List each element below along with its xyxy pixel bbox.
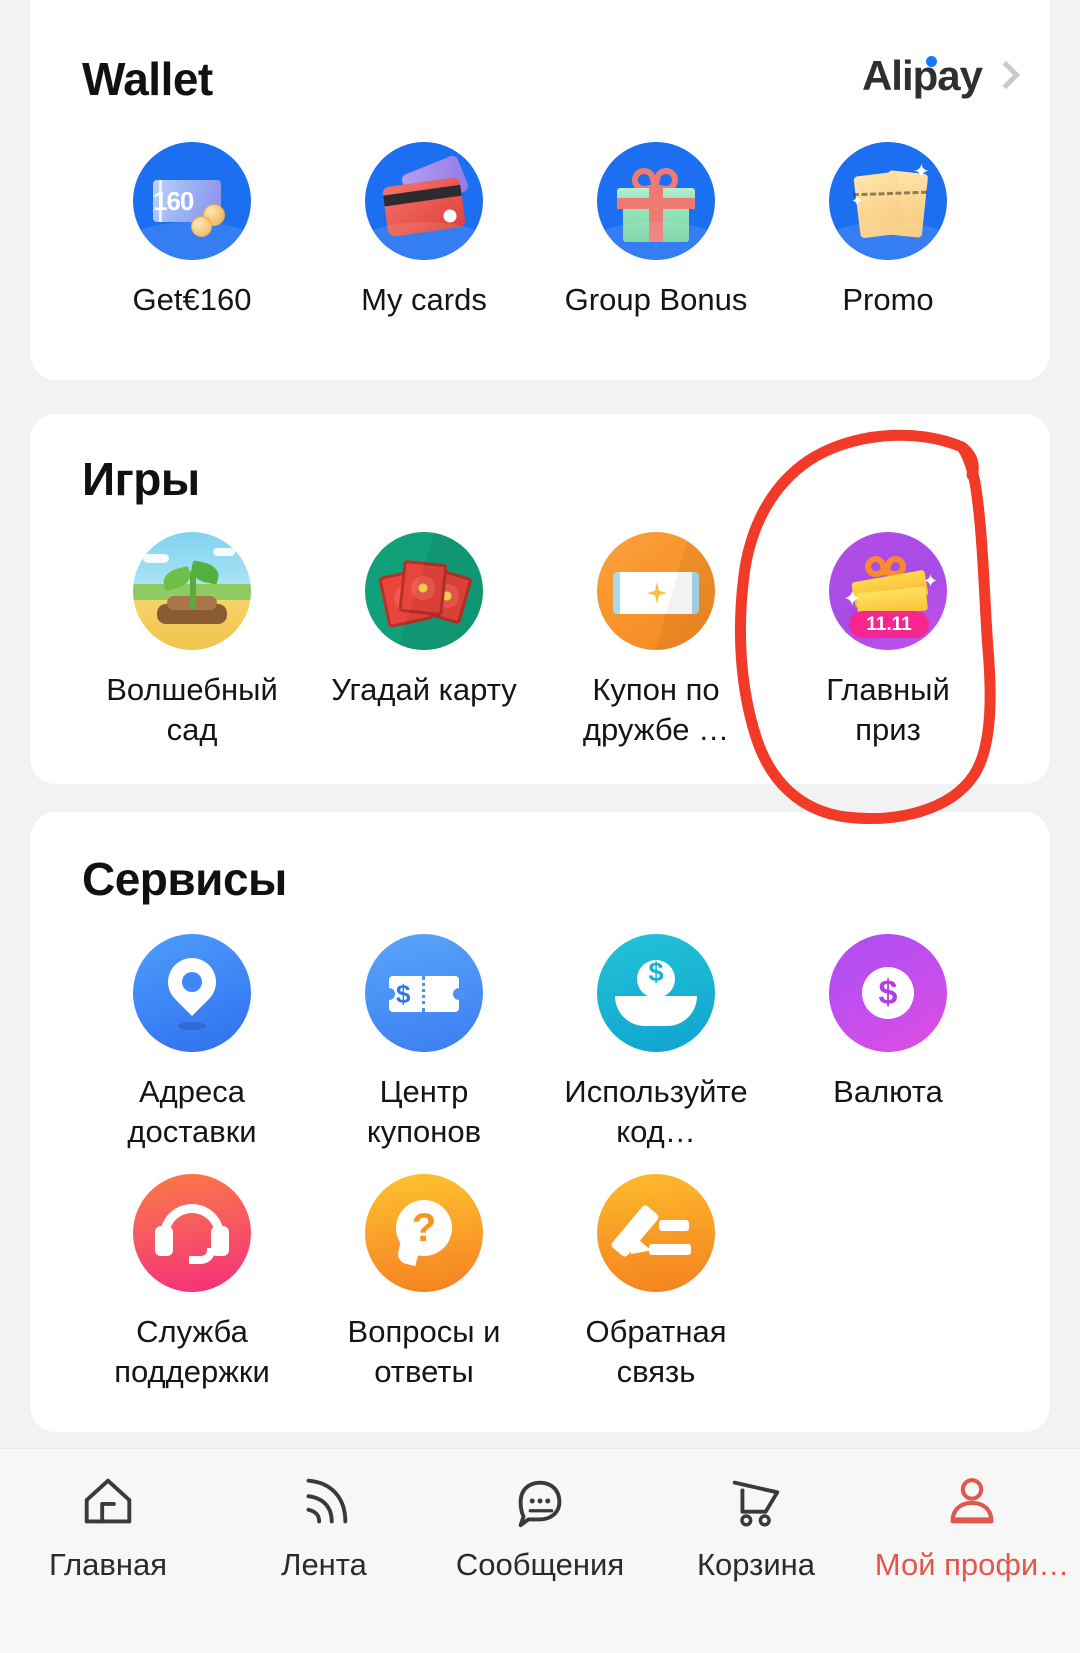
message-bubble-icon [518, 1480, 562, 1528]
gift-box-icon [597, 142, 715, 260]
nav-item-label: Лента [281, 1547, 367, 1582]
game-item-label: Угадай карту [331, 672, 517, 707]
wallet-item-my-cards[interactable]: My cards [308, 142, 540, 320]
bottom-navigation-bar: Главная Лента Сообщения Корзина Мой проф… [0, 1448, 1080, 1653]
game-item-label: Волшебный сад [106, 672, 278, 747]
service-item-currency[interactable]: $ Валюта [772, 934, 1004, 1152]
feed-rss-icon [306, 1478, 348, 1524]
service-item-label: Вопросы и ответы [347, 1314, 501, 1389]
prize-date-badge: 11.11 [849, 611, 929, 638]
headset-support-icon [133, 1174, 251, 1292]
hand-coin-icon [597, 934, 715, 1052]
sprout-garden-icon [133, 532, 251, 650]
service-item-support[interactable]: Служба поддержки [76, 1174, 308, 1392]
wallet-item-label: Group Bonus [564, 282, 748, 317]
service-item-empty-slot [772, 1174, 1004, 1392]
red-envelope-cards-icon [365, 532, 483, 650]
coupon-note-icon [597, 532, 715, 650]
service-item-feedback[interactable]: Обратная связь [540, 1174, 772, 1392]
alipay-link[interactable]: Alipay [861, 52, 1021, 100]
alipay-logo: Alipay [861, 52, 983, 100]
wallet-item-group-bonus[interactable]: Group Bonus [540, 142, 772, 320]
services-title: Сервисы [82, 853, 287, 905]
coupon-symbol: $ [396, 979, 411, 1009]
service-item-delivery-addresses[interactable]: Адреса доставки [76, 934, 308, 1152]
grand-prize-gift-icon: ✦ ✦ 11.11 [829, 532, 947, 650]
nav-item-messages[interactable]: Сообщения [432, 1471, 648, 1583]
services-card: Сервисы Адреса доставки $ Центр купонов … [30, 812, 1050, 1432]
wallet-item-get160[interactable]: 160 Get€160 [76, 142, 308, 320]
wallet-item-label: My cards [361, 282, 487, 317]
service-item-label: Используйте код… [564, 1074, 748, 1149]
service-item-use-code[interactable]: Используйте код… [540, 934, 772, 1152]
service-item-label: Центр купонов [366, 1074, 482, 1149]
voucher-amount: 160 [153, 186, 194, 216]
game-item-guess-card[interactable]: Угадай карту [308, 532, 540, 750]
service-item-label: Валюта [833, 1074, 943, 1109]
coupon-ticket-icon: $ [365, 934, 483, 1052]
nav-item-label: Сообщения [455, 1547, 625, 1582]
person-icon [950, 1478, 994, 1524]
credit-cards-icon [365, 142, 483, 260]
nav-item-label: Корзина [696, 1547, 816, 1582]
alipay-dot-icon [925, 56, 937, 67]
wallet-card: Wallet Alipay 160 Get€160 My cards Group… [30, 0, 1050, 380]
service-item-label: Служба поддержки [114, 1314, 270, 1389]
services-grid-row2: Служба поддержки ? Вопросы и ответы Обра… [30, 1174, 1050, 1392]
service-item-label: Обратная связь [585, 1314, 727, 1389]
game-item-label: Главный приз [826, 672, 950, 747]
map-pin-icon [133, 934, 251, 1052]
nav-item-label: Главная [49, 1547, 167, 1582]
voucher-coins-icon: 160 [133, 142, 251, 260]
service-item-coupon-center[interactable]: $ Центр купонов [308, 934, 540, 1152]
home-icon [84, 1478, 132, 1524]
game-item-grand-prize[interactable]: ✦ ✦ 11.11 Главный приз [772, 532, 1004, 750]
games-grid: Волшебный сад Угадай карту Купон по друж… [30, 532, 1050, 750]
nav-item-cart[interactable]: Корзина [648, 1471, 864, 1583]
wallet-grid: 160 Get€160 My cards Group Bonus ✦ ✦ Pro… [30, 142, 1050, 320]
nav-item-feed[interactable]: Лента [216, 1471, 432, 1583]
nav-item-home[interactable]: Главная [0, 1471, 216, 1583]
game-item-friend-coupon[interactable]: Купон по дружбе … [540, 532, 772, 750]
promo-tickets-icon: ✦ ✦ [829, 142, 947, 260]
game-item-magic-garden[interactable]: Волшебный сад [76, 532, 308, 750]
feedback-pen-icon [597, 1174, 715, 1292]
nav-item-label: Мой профи… [874, 1547, 1070, 1582]
cart-icon [732, 1480, 780, 1527]
services-grid-row1: Адреса доставки $ Центр купонов Использу… [30, 934, 1050, 1152]
service-item-faq[interactable]: ? Вопросы и ответы [308, 1174, 540, 1392]
nav-item-profile[interactable]: Мой профи… [864, 1471, 1080, 1583]
service-item-label: Адреса доставки [127, 1074, 257, 1149]
wallet-item-label: Promo [842, 282, 934, 317]
profile-screen: Wallet Alipay 160 Get€160 My cards Group… [0, 0, 1080, 1653]
question-symbol: ? [411, 1206, 437, 1250]
currency-icon: $ [829, 934, 947, 1052]
question-bubble-icon: ? [365, 1174, 483, 1292]
wallet-item-label: Get€160 [132, 282, 252, 317]
currency-symbol: $ [878, 974, 898, 1012]
alipay-logo-text: Alipay [861, 52, 983, 99]
wallet-item-promo[interactable]: ✦ ✦ Promo [772, 142, 1004, 320]
wallet-title: Wallet [82, 53, 213, 105]
games-title: Игры [82, 453, 200, 505]
game-item-label: Купон по дружбе … [582, 672, 730, 747]
chevron-right-icon[interactable] [991, 60, 1021, 90]
games-card: Игры Волшебный сад Угадай карту Купон по… [30, 414, 1050, 784]
